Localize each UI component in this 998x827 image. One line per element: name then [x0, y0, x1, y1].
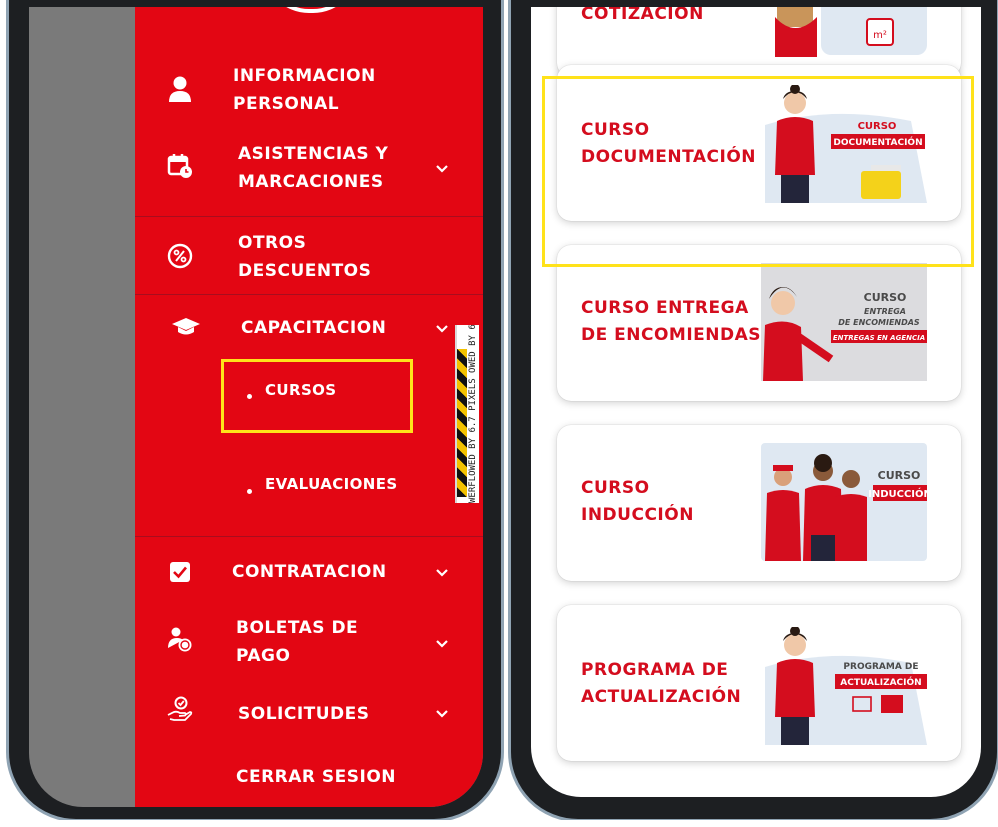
menu-item-contratacion[interactable]: CONTRATACION [135, 537, 483, 601]
menu-label: CERRAR SESION [236, 767, 397, 787]
chevron-down-icon [436, 325, 448, 333]
entrega-encomiendas-illustration: CURSO ENTREGA DE ENCOMIENDAS ENTREGAS EN… [761, 263, 927, 381]
side-menu: INFORMACION PERSONAL ASISTENCIAS Y MARCA… [135, 7, 483, 807]
highlight-box [221, 359, 413, 433]
course-title: COTIZACION [581, 7, 704, 24]
percent-icon [165, 241, 195, 271]
highlight-box [542, 76, 974, 267]
menu-label: BOLETAS DE PAGO [236, 618, 359, 666]
svg-text:ENTREGA: ENTREGA [864, 307, 906, 316]
chevron-down-icon [436, 569, 448, 577]
course-title: CURSO INDUCCIÓN [581, 478, 694, 525]
menu-item-asistencias[interactable]: ASISTENCIAS Y MARCACIONES [135, 129, 483, 207]
left-phone-frame: INFORMACION PERSONAL ASISTENCIAS Y MARCA… [6, 0, 504, 822]
course-card-actualizacion[interactable]: PROGRAMA DE ACTUALIZACIÓN PROGRAMA DE AC… [557, 605, 961, 761]
submenu-label: EVALUACIONES [265, 475, 398, 493]
svg-text:CURSO: CURSO [864, 291, 907, 304]
svg-text:m²: m² [873, 30, 887, 41]
menu-label: OTROS DESCUENTOS [238, 233, 372, 281]
watermark-tape: WERFLOWED BY 6.7 PIXELS OWED BY 6.7 [455, 325, 479, 503]
course-title: PROGRAMA DE ACTUALIZACIÓN [581, 660, 742, 707]
chevron-down-icon [436, 710, 448, 718]
course-title: CURSO ENTREGA DE ENCOMIENDAS [581, 298, 762, 345]
course-card-induccion[interactable]: CURSO INDUCCIÓN CURSO INDUCCIÓN [557, 425, 961, 581]
graduation-cap-icon [171, 313, 201, 343]
menu-label: INFORMACION PERSONAL [233, 66, 376, 114]
logo-fragment [263, 7, 359, 13]
menu-label: ASISTENCIAS Y MARCACIONES [238, 144, 389, 192]
actualizacion-illustration: PROGRAMA DE ACTUALIZACIÓN [765, 627, 927, 745]
submenu-item-evaluaciones[interactable]: EVALUACIONES [221, 453, 431, 503]
menu-item-informacion-personal[interactable]: INFORMACION PERSONAL [135, 51, 483, 129]
induccion-illustration: CURSO INDUCCIÓN [761, 443, 927, 561]
svg-text:ACTUALIZACIÓN: ACTUALIZACIÓN [840, 676, 921, 688]
menu-item-cerrar-sesion[interactable]: CERRAR SESION [135, 743, 483, 803]
menu-label: CONTRATACION [232, 562, 387, 582]
chevron-down-icon [436, 640, 448, 648]
svg-text:CURSO: CURSO [878, 469, 921, 482]
chevron-down-icon [436, 165, 448, 173]
menu-label: CAPACITACION [241, 318, 387, 338]
menu-item-boletas-de-pago[interactable]: BOLETAS DE PAGO [135, 601, 483, 679]
svg-text:ENTREGAS EN AGENCIA: ENTREGAS EN AGENCIA [833, 334, 925, 342]
watermark-text: WERFLOWED BY 6.7 PIXELS OWED BY 6.7 [468, 325, 478, 503]
hand-request-icon [165, 694, 195, 724]
svg-text:DE ENCOMIENDAS: DE ENCOMIENDAS [838, 318, 920, 327]
person-icon [165, 74, 195, 104]
checkbox-icon [165, 557, 195, 587]
menu-item-capacitacion[interactable]: CAPACITACION [135, 295, 483, 359]
hazard-stripes [457, 349, 467, 497]
calendar-clock-icon [165, 151, 195, 181]
left-phone-screen: INFORMACION PERSONAL ASISTENCIAS Y MARCA… [29, 7, 483, 807]
menu-item-solicitudes[interactable]: SOLICITUDES [135, 679, 483, 743]
svg-text:PROGRAMA DE: PROGRAMA DE [843, 662, 918, 672]
payroll-person-icon [165, 625, 195, 655]
bottom-strip [0, 820, 998, 827]
cotizacion-illustration: m² [775, 7, 927, 57]
bullet [247, 489, 252, 494]
menu-item-otros-descuentos[interactable]: OTROS DESCUENTOS [135, 217, 483, 295]
svg-text:INDUCCIÓN: INDUCCIÓN [868, 487, 927, 500]
menu-label: SOLICITUDES [238, 704, 370, 724]
course-card-entrega-encomiendas[interactable]: CURSO ENTREGA DE ENCOMIENDAS CURSO ENTRE… [557, 245, 961, 401]
